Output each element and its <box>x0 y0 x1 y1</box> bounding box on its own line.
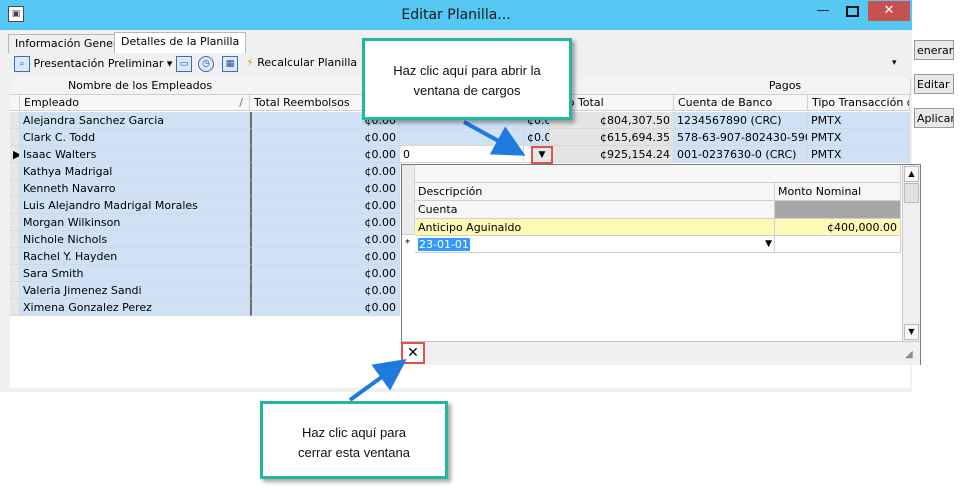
callout-open-charges: Haz clic aquí para abrir la ventana de c… <box>362 38 572 120</box>
callout-close-window: Haz clic aquí para cerrar esta ventana <box>260 401 448 479</box>
callout-open-text: Haz clic aquí para abrir la ventana de c… <box>393 63 541 98</box>
arrow-to-dropdown <box>463 120 526 156</box>
arrow-to-close <box>348 358 407 402</box>
callout-close-text: Haz clic aquí para cerrar esta ventana <box>297 425 410 460</box>
